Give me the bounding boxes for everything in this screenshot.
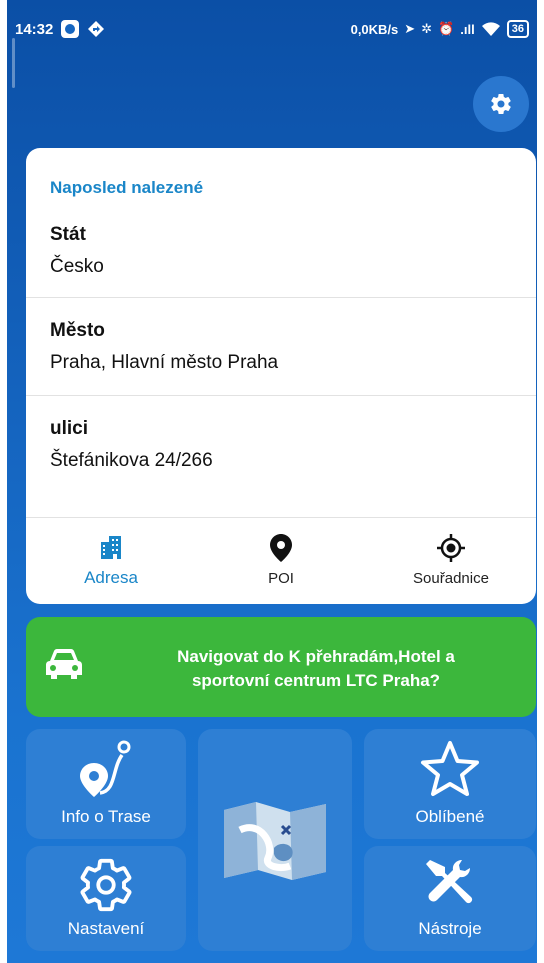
field-label: Stát: [50, 224, 86, 245]
location-pin-icon: [270, 534, 292, 562]
navigate-text: Navigovat do K přehradám,Hotel a sportov…: [126, 645, 506, 693]
tab-label: Adresa: [84, 568, 138, 587]
tab-coordinates[interactable]: Souřadnice: [366, 520, 536, 604]
crosshair-icon: [437, 534, 465, 562]
drawer-handle[interactable]: [12, 38, 15, 88]
settings-tile[interactable]: Nastavení: [26, 846, 186, 951]
map-tile[interactable]: [198, 729, 352, 951]
star-icon: [421, 741, 479, 796]
field-value: Praha, Hlavní město Praha: [50, 352, 279, 373]
tile-label: Nástroje: [418, 919, 482, 938]
tools-icon: [426, 860, 473, 904]
tile-label: Nastavení: [67, 919, 145, 938]
status-net-speed: 0,0KB/s: [350, 21, 399, 37]
favorites-tile[interactable]: Oblíbené: [364, 729, 536, 839]
settings-button[interactable]: [473, 76, 529, 132]
map-icon: [224, 802, 326, 880]
app-notification-icon: [61, 20, 80, 38]
car-icon: [46, 649, 82, 679]
search-type-tabs: Adresa POI Souřadnice: [26, 520, 536, 604]
navigate-line-2: sportovní centrum LTC Praha?: [191, 671, 441, 690]
tab-poi[interactable]: POI: [196, 520, 366, 604]
field-country[interactable]: Stát Česko: [26, 208, 536, 298]
building-icon: [101, 536, 121, 559]
status-time: 14:32: [15, 20, 54, 38]
tab-label: POI: [268, 570, 294, 587]
wifi-icon: [481, 22, 500, 36]
route-info-tile[interactable]: Info o Trase: [26, 729, 186, 839]
last-found-card: Naposled nalezené Stát Česko Město Praha…: [26, 148, 536, 604]
field-value: Štefánikova 24/266: [50, 450, 213, 471]
bluetooth-off-icon: ✲: [421, 21, 433, 36]
field-value: Česko: [50, 256, 104, 277]
alarm-icon: ⏰: [438, 21, 455, 36]
cog-outline-icon: [80, 858, 132, 912]
navigate-line-1: Navigovat do K přehradám,Hotel a: [177, 647, 455, 666]
status-right: 0,0KB/s ➤ ✲ ⏰ .ıll 36: [351, 20, 529, 38]
field-label: Město: [50, 320, 105, 341]
app-screen: 14:32 0,0KB/s ➤ ✲ ⏰ .ıll 36 Naposled nal…: [7, 0, 537, 963]
tools-tile[interactable]: Nástroje: [364, 846, 536, 951]
status-left: 14:32: [15, 20, 105, 38]
tab-label: Souřadnice: [413, 570, 489, 587]
route-icon: [80, 740, 131, 797]
battery-indicator: 36: [506, 20, 529, 38]
status-signal: .ıll: [460, 21, 475, 37]
tile-label: Info o Trase: [61, 807, 151, 826]
tab-address[interactable]: Adresa: [26, 520, 196, 604]
field-label: ulici: [50, 418, 89, 439]
field-street[interactable]: ulici Štefánikova 24/266: [26, 396, 536, 518]
tile-label: Oblíbené: [415, 807, 485, 826]
navigate-button[interactable]: Navigovat do K přehradám,Hotel a sportov…: [26, 617, 536, 717]
navigation-notification-icon: [88, 21, 105, 37]
location-arrow-icon: ➤: [404, 21, 416, 36]
gear-icon: [491, 94, 511, 115]
card-title: Naposled nalezené: [50, 178, 204, 197]
status-bar: 14:32 0,0KB/s ➤ ✲ ⏰ .ıll 36: [7, 0, 537, 60]
field-city[interactable]: Město Praha, Hlavní město Praha: [26, 298, 536, 396]
